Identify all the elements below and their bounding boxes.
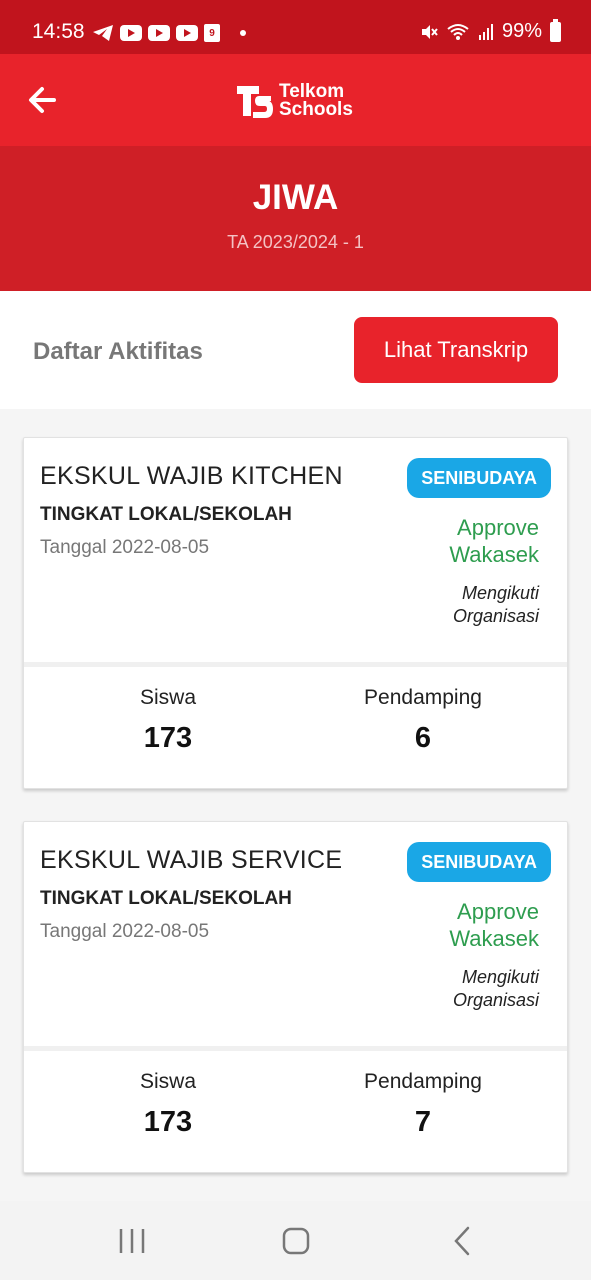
activity-toolbar: Daftar Aktifitas Lihat Transkrip: [0, 291, 591, 409]
more-notifications-dot: [240, 30, 246, 36]
approval-status: Approve Wakasek: [449, 899, 539, 951]
youtube-icon: [176, 25, 198, 41]
activity-card-info: EKSKUL WAJIB SERVICE TINGKAT LOKAL/SEKOL…: [24, 822, 567, 1046]
notification-icons: 9: [92, 24, 246, 42]
telkom-schools-logo: Telkom Schools: [235, 82, 353, 120]
mute-icon: [421, 24, 438, 39]
activity-level: TINGKAT LOKAL/SEKOLAH: [40, 888, 292, 909]
battery-percent: 99%: [501, 20, 542, 42]
battery-icon: [550, 18, 561, 42]
students-count: 173: [143, 1106, 193, 1138]
companions-count: 7: [414, 1106, 432, 1138]
companions-stat: Pendamping 7: [323, 1070, 523, 1139]
calendar-icon: 9: [204, 24, 220, 42]
activity-card[interactable]: EKSKUL WAJIB SERVICE TINGKAT LOKAL/SEKOL…: [23, 821, 568, 1173]
home-icon[interactable]: [276, 1223, 316, 1259]
system-icons: 99%: [420, 18, 561, 43]
wifi-icon: [447, 23, 469, 40]
back-icon[interactable]: [442, 1223, 482, 1259]
students-label: Siswa: [139, 1070, 197, 1093]
activity-name: EKSKUL WAJIB SERVICE: [40, 846, 343, 874]
telegram-icon: [93, 25, 113, 41]
youtube-icon: [120, 25, 142, 41]
ts-logo-icon: [237, 86, 273, 118]
logo-text-schools: Schools: [279, 99, 353, 120]
class-header: JIWA TA 2023/2024 - 1: [0, 146, 591, 291]
signal-icon: [478, 23, 493, 40]
participation-type: Mengikuti Organisasi: [452, 583, 539, 626]
students-label: Siswa: [139, 686, 197, 709]
approval-status: Approve Wakasek: [449, 515, 539, 567]
category-badge: SENIBUDAYA: [407, 842, 551, 882]
activity-date: Tanggal 2022-08-05: [40, 921, 210, 942]
activity-card-info: EKSKUL WAJIB KITCHEN TINGKAT LOKAL/SEKOL…: [24, 438, 567, 662]
class-title: JIWA: [252, 178, 339, 217]
students-stat: Siswa 173: [68, 686, 268, 755]
companions-stat: Pendamping 6: [323, 686, 523, 755]
activity-date: Tanggal 2022-08-05: [40, 537, 210, 558]
back-arrow-icon[interactable]: [22, 80, 62, 120]
students-stat: Siswa 173: [68, 1070, 268, 1139]
activity-name: EKSKUL WAJIB KITCHEN: [40, 462, 343, 490]
companions-label: Pendamping: [364, 1070, 482, 1093]
recent-apps-icon[interactable]: [112, 1223, 152, 1259]
participation-type: Mengikuti Organisasi: [452, 967, 539, 1010]
status-bar: 14:58 9 99%: [0, 0, 591, 54]
status-time: 14:58: [32, 20, 85, 43]
activity-list-title: Daftar Aktifitas: [33, 338, 203, 365]
academic-year: TA 2023/2024 - 1: [227, 232, 364, 252]
companions-count: 6: [414, 722, 432, 754]
students-count: 173: [143, 722, 193, 754]
card-divider: [24, 662, 567, 667]
activity-card[interactable]: EKSKUL WAJIB KITCHEN TINGKAT LOKAL/SEKOL…: [23, 437, 568, 789]
system-nav-bar: [0, 1201, 591, 1280]
app-bar: Telkom Schools: [0, 54, 591, 146]
youtube-icon: [148, 25, 170, 41]
companions-label: Pendamping: [364, 686, 482, 709]
card-divider: [24, 1046, 567, 1051]
activity-level: TINGKAT LOKAL/SEKOLAH: [40, 504, 292, 525]
view-transcript-button[interactable]: Lihat Transkrip: [354, 317, 558, 383]
category-badge: SENIBUDAYA: [407, 458, 551, 498]
